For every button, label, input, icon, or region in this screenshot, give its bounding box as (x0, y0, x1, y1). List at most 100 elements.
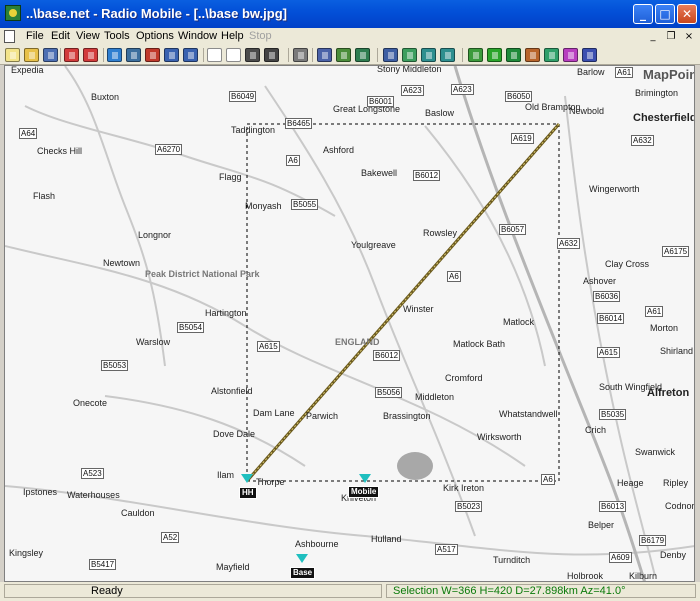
status-selection: Selection W=366 H=420 D=27.898km Az=41.0… (386, 584, 696, 598)
grid-icon[interactable] (440, 48, 455, 62)
tower-icon[interactable] (525, 48, 540, 62)
maximize-button[interactable]: □ (655, 4, 675, 24)
hh-marker-label[interactable]: HH (239, 487, 257, 499)
place-label: Taddington (231, 125, 276, 135)
open-folder-icon[interactable] (24, 48, 39, 62)
road-shield: A623 (401, 85, 424, 96)
satellite-icon[interactable] (145, 48, 160, 62)
menu-options[interactable]: Options (136, 30, 174, 42)
road-shield: A52 (161, 532, 180, 543)
mobile-marker-icon[interactable] (359, 474, 371, 483)
place-label: Ashford (323, 145, 355, 155)
place-label: Kingsley (9, 548, 44, 558)
menu-stop[interactable]: Stop (249, 30, 272, 42)
export-icon[interactable] (264, 48, 279, 62)
mdi-minimize-button[interactable]: _ (646, 30, 660, 43)
title-bar[interactable]: ..\base.net - Radio Mobile - [..\base bw… (0, 0, 700, 28)
road-shield: B5055 (291, 199, 319, 210)
window-icon[interactable] (383, 48, 398, 62)
spectrum-icon[interactable] (582, 48, 597, 62)
globe-icon[interactable] (506, 48, 521, 62)
base-marker-label[interactable]: Base (290, 567, 316, 579)
place-label: Flash (33, 191, 56, 201)
mobile-marker-label[interactable]: Mobile (348, 486, 380, 498)
properties-icon[interactable] (64, 48, 79, 62)
place-label: Hartington (205, 308, 247, 318)
place-label: Ipstones (23, 487, 58, 497)
new-network-icon[interactable] (5, 48, 20, 62)
place-label: Dove Dale (213, 429, 256, 439)
menu-view[interactable]: View (76, 30, 100, 42)
place-label: Belper (588, 520, 615, 530)
road-line (64, 66, 166, 367)
menu-window[interactable]: Window (178, 30, 217, 42)
undo-icon[interactable] (164, 48, 179, 62)
terrain-patch (397, 452, 433, 480)
status-ready: Ready (4, 584, 382, 598)
mdi-close-button[interactable]: × (682, 30, 696, 43)
paste-icon[interactable] (336, 48, 351, 62)
antenna-icon[interactable] (468, 48, 483, 62)
copy-icon[interactable] (317, 48, 332, 62)
place-label: Wingerworth (589, 184, 640, 194)
road-shield: B6036 (593, 291, 621, 302)
road-shield: B6001 (367, 96, 395, 107)
place-label: Ashbourne (295, 539, 339, 549)
road-shield: B6179 (639, 535, 667, 546)
place-label: Wirksworth (477, 432, 522, 442)
place-label: Alstonfield (211, 386, 253, 396)
place-label: Chesterfield (633, 112, 695, 124)
world-map-icon[interactable] (107, 48, 122, 62)
menu-edit[interactable]: Edit (51, 30, 70, 42)
redo-icon[interactable] (183, 48, 198, 62)
merge-icon[interactable] (355, 48, 370, 62)
menu-file[interactable]: File (26, 30, 44, 42)
road-shield: A609 (609, 552, 632, 563)
hh-marker-icon[interactable] (241, 474, 253, 483)
road-shield: A61 (615, 67, 634, 78)
road-shield: A64 (19, 128, 38, 139)
base-marker-icon[interactable] (296, 554, 308, 563)
place-label: MapPoint (643, 67, 694, 82)
place-label: Dam Lane (253, 408, 295, 418)
place-label: Baslow (425, 108, 455, 118)
road-shield: A6 (447, 271, 461, 282)
minimize-button[interactable]: _ (633, 4, 653, 24)
place-label: Shirland (660, 346, 694, 356)
place-label: Matlock Bath (453, 339, 506, 349)
place-label: Monyash (245, 201, 282, 211)
fit-icon[interactable] (402, 48, 417, 62)
place-label: Alfreton (647, 387, 690, 399)
road-shield: B5023 (455, 501, 483, 512)
toolbar-separator (60, 48, 61, 62)
place-label: Matlock (503, 317, 535, 327)
save-picture-icon[interactable] (245, 48, 260, 62)
cartesian-icon[interactable] (126, 48, 141, 62)
radio-mobile-app-icon[interactable] (5, 5, 21, 21)
close-button[interactable]: ✕ (677, 4, 697, 24)
page-edit-icon[interactable] (226, 48, 241, 62)
window-title: ..\base.net - Radio Mobile - [..\base bw… (26, 6, 287, 21)
page-icon[interactable] (207, 48, 222, 62)
menu-help[interactable]: Help (221, 30, 244, 42)
network-map-icon[interactable] (544, 48, 559, 62)
radar-icon[interactable] (487, 48, 502, 62)
place-label: Barlow (577, 67, 605, 77)
place-label: Bakewell (361, 168, 398, 178)
place-label: Swanwick (635, 447, 676, 457)
map-view[interactable]: Expedia Buxton Stony Middleton Great Longst… (4, 65, 695, 582)
place-label: Winster (403, 304, 434, 314)
coverage-icon[interactable] (563, 48, 578, 62)
network-units-icon[interactable] (83, 48, 98, 62)
road-shield: B6465 (285, 118, 313, 129)
print-icon[interactable] (293, 48, 308, 62)
menu-tools[interactable]: Tools (104, 30, 130, 42)
road-shield: B5053 (101, 360, 129, 371)
mdi-restore-button[interactable]: ❐ (664, 30, 678, 43)
save-icon[interactable] (43, 48, 58, 62)
document-icon[interactable] (4, 30, 15, 43)
place-label: Expedia (11, 65, 44, 75)
road-shield: B5056 (375, 387, 403, 398)
place-label: Peak District National Park (145, 269, 260, 279)
select-icon[interactable] (421, 48, 436, 62)
